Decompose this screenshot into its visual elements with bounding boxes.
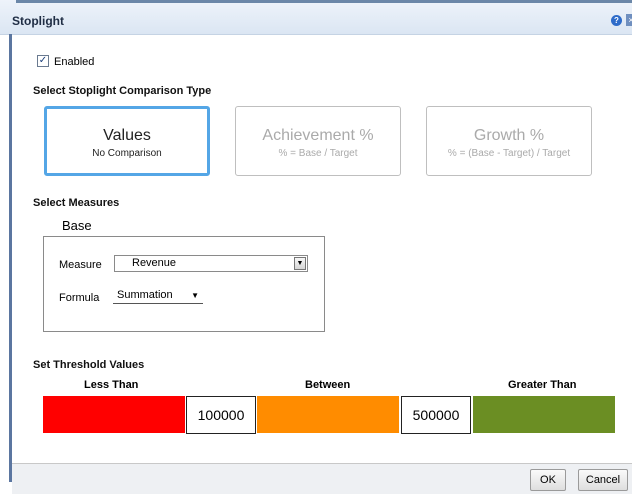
formula-value: Summation [117, 289, 173, 301]
title-bar: Stoplight ? × [0, 0, 632, 35]
between-color-band [257, 396, 399, 433]
option-subtitle: No Comparison [92, 148, 162, 159]
stoplight-dialog: Stoplight ? × ✓ Enabled Select Stoplight… [0, 0, 632, 494]
chevron-down-icon[interactable]: ▼ [294, 257, 306, 270]
measure-value: Revenue [132, 257, 177, 269]
enabled-checkbox[interactable]: ✓ [37, 55, 49, 67]
measures-heading: Select Measures [33, 197, 120, 209]
comparison-heading: Select Stoplight Comparison Type [33, 85, 212, 97]
less-than-color-band [43, 396, 185, 433]
thresholds-heading: Set Threshold Values [33, 359, 145, 371]
comparison-option-values[interactable]: Values No Comparison [44, 106, 210, 176]
high-threshold-input[interactable]: 500000 [401, 396, 471, 434]
option-subtitle: % = Base / Target [278, 148, 358, 159]
enabled-label: Enabled [54, 56, 95, 68]
measure-group-box [43, 236, 325, 332]
dialog-left-border [9, 34, 12, 482]
less-than-label: Less Than [84, 379, 139, 391]
base-label: Base [62, 218, 92, 233]
dialog-title: Stoplight [12, 14, 64, 28]
help-icon[interactable]: ? [611, 15, 622, 26]
ok-button[interactable]: OK [530, 469, 566, 491]
greater-than-label: Greater Than [508, 379, 577, 391]
measure-label: Measure [59, 259, 102, 271]
option-label: Values [103, 127, 151, 144]
option-label: Growth % [473, 127, 545, 144]
comparison-option-achievement[interactable]: Achievement % % = Base / Target [235, 106, 401, 176]
chevron-down-icon: ▼ [191, 291, 199, 300]
formula-select[interactable]: Summation ▼ [113, 288, 203, 304]
comparison-option-growth[interactable]: Growth % % = (Base - Target) / Target [426, 106, 592, 176]
option-label: Achievement % [262, 127, 374, 144]
cancel-button[interactable]: Cancel [578, 469, 628, 491]
option-subtitle: % = (Base - Target) / Target [447, 148, 571, 159]
low-threshold-input[interactable]: 100000 [186, 396, 256, 434]
greater-than-color-band [473, 396, 615, 433]
measure-select[interactable]: Revenue ▼ [114, 255, 308, 272]
title-bar-accent [16, 0, 632, 3]
formula-label: Formula [59, 292, 100, 304]
between-label: Between [305, 379, 351, 391]
close-icon[interactable]: × [626, 14, 632, 26]
